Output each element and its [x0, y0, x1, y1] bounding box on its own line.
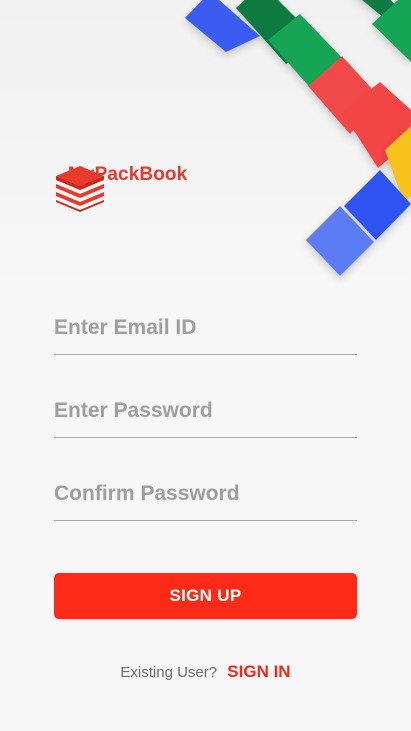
confirm-password-field-wrapper: [54, 468, 357, 521]
confirm-password-field[interactable]: [54, 468, 357, 520]
signup-button[interactable]: SIGN UP: [54, 573, 357, 619]
hero-banner: MyPackBook: [0, 0, 411, 290]
password-field[interactable]: [54, 385, 357, 437]
password-field-wrapper: [54, 385, 357, 438]
email-field-wrapper: [54, 302, 357, 355]
email-field[interactable]: [54, 302, 357, 354]
stacked-books-icon: [56, 166, 104, 212]
signin-link[interactable]: SIGN IN: [227, 662, 290, 681]
decorative-stripes: [185, 0, 411, 276]
brand-logo: MyPackBook: [54, 164, 187, 212]
existing-user-text: Existing User?: [120, 664, 218, 681]
signin-prompt: Existing User? SIGN IN: [0, 662, 411, 682]
